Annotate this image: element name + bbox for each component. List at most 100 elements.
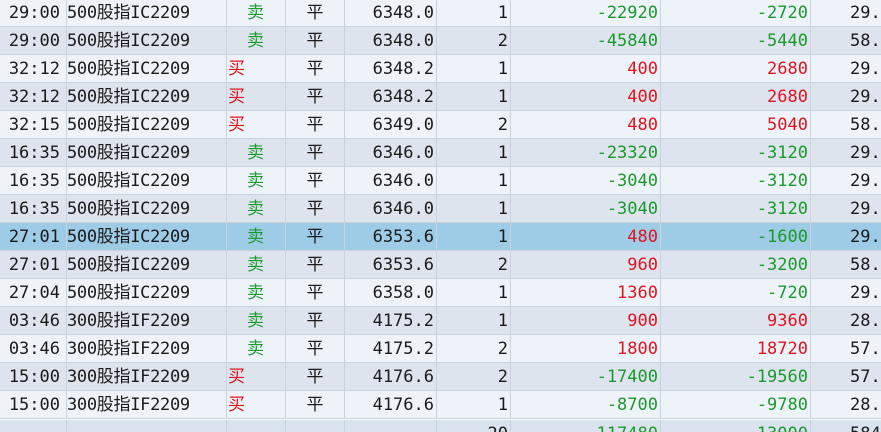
margin-cell: 29.3: [850, 227, 881, 247]
table-row[interactable]: 29:00 500股指IC2209 卖 平 6348.0 1 -22920 -2720 29.3: [0, 0, 881, 27]
margin-cell: 29.3: [850, 171, 881, 191]
contract-cell: 500股指IC2209: [67, 59, 190, 79]
open-close-cell: 平: [306, 143, 324, 163]
open-close-cell: 平: [306, 199, 324, 219]
profit-loss-2-cell: 18720: [756, 339, 808, 359]
column-divider: [810, 111, 811, 138]
open-close-cell: 平: [306, 311, 324, 331]
column-divider: [810, 363, 811, 390]
column-divider: [810, 195, 811, 222]
profit-loss-2-cell: -3120: [756, 143, 808, 163]
margin-cell: 57.8: [850, 339, 881, 359]
price-cell: 4176.6: [372, 367, 434, 387]
price-cell: 6353.6: [372, 227, 434, 247]
open-close-cell: 平: [306, 87, 324, 107]
price-cell: 6353.6: [372, 255, 434, 275]
time-cell: 16:35: [8, 143, 60, 163]
open-close-cell: 平: [306, 171, 324, 191]
open-close-cell: 平: [306, 395, 324, 415]
profit-loss-cell: 960: [627, 255, 658, 275]
table-row[interactable]: 03:46 300股指IF2209 卖 平 4175.2 2 1800 18720 57.8: [0, 335, 881, 363]
table-row[interactable]: 32:12 500股指IC2209 买 平 6348.2 1 400 2680 29.3: [0, 55, 881, 83]
quantity-cell: 1: [497, 143, 508, 163]
table-row[interactable]: 15:00 300股指IF2209 买 平 4176.6 1 -8700 -9780 28.9: [0, 391, 881, 419]
table-row[interactable]: 16:35 500股指IC2209 卖 平 6346.0 1 -3040 -3120 29.3: [0, 195, 881, 223]
column-divider: [810, 27, 811, 54]
profit-loss-cell: 900: [627, 311, 658, 331]
contract-cell: 300股指IF2209: [67, 311, 190, 331]
table-row[interactable]: 32:15 500股指IC2209 买 平 6349.0 2 480 5040 58.6: [0, 111, 881, 139]
direction-cell: 卖: [247, 311, 264, 331]
table-row[interactable]: 29:00 500股指IC2209 卖 平 6348.0 2 -45840 -5440 58.6: [0, 27, 881, 55]
table-row[interactable]: 32:12 500股指IC2209 买 平 6348.2 1 400 2680 29.3: [0, 83, 881, 111]
price-cell: 6348.0: [372, 3, 434, 23]
quantity-cell: 1: [497, 199, 508, 219]
price-cell: 4175.2: [372, 311, 434, 331]
contract-cell: 500股指IC2209: [67, 143, 190, 163]
open-close-cell: 平: [306, 339, 324, 359]
profit-loss-cell: -22920: [596, 3, 658, 23]
profit-loss-cell: 1360: [617, 283, 658, 303]
direction-cell: 卖: [247, 3, 264, 23]
quantity-cell: 1: [497, 87, 508, 107]
summary-profit-loss: 117480: [510, 420, 660, 432]
contract-cell: 500股指IC2209: [67, 199, 190, 219]
column-divider: [810, 139, 811, 166]
open-close-cell: 平: [306, 3, 324, 23]
column-divider: [344, 420, 345, 432]
quantity-cell: 1: [497, 283, 508, 303]
column-divider: [810, 55, 811, 82]
quantity-cell: 2: [497, 339, 508, 359]
price-cell: 6346.0: [372, 143, 434, 163]
direction-cell: 买: [228, 59, 245, 79]
price-cell: 6348.2: [372, 87, 434, 107]
quantity-cell: 1: [497, 395, 508, 415]
table-row[interactable]: 27:04 500股指IC2209 卖 平 6358.0 1 1360 -720 29.3: [0, 279, 881, 307]
direction-cell: 买: [228, 395, 245, 415]
margin-cell: 58.6: [850, 31, 881, 51]
summary-row: 2011748013000584: [0, 420, 881, 432]
table-row[interactable]: 16:35 500股指IC2209 卖 平 6346.0 1 -3040 -3120 29.3: [0, 167, 881, 195]
price-cell: 6348.2: [372, 59, 434, 79]
time-cell: 27:01: [8, 255, 60, 275]
table-row-selected[interactable]: 27:01 500股指IC2209 卖 平 6353.6 1 480 -1600 29.3: [0, 223, 881, 251]
open-close-cell: 平: [306, 367, 324, 387]
table-row[interactable]: 16:35 500股指IC2209 卖 平 6346.0 1 -23320 -3120 29.3: [0, 139, 881, 167]
summary-profit-loss-2: 13000: [660, 420, 810, 432]
direction-cell: 卖: [247, 171, 264, 191]
profit-loss-2-cell: -720: [767, 283, 808, 303]
column-divider: [66, 420, 67, 432]
time-cell: 29:00: [8, 31, 60, 51]
direction-cell: 买: [228, 367, 245, 387]
profit-loss-cell: 480: [627, 227, 658, 247]
contract-cell: 500股指IC2209: [67, 227, 190, 247]
open-close-cell: 平: [306, 31, 324, 51]
profit-loss-2-cell: -1600: [756, 227, 808, 247]
profit-loss-cell: -3040: [606, 199, 658, 219]
profit-loss-2-cell: -3120: [756, 199, 808, 219]
summary-quantity: 20: [436, 420, 510, 432]
open-close-cell: 平: [306, 227, 324, 247]
margin-cell: 29.3: [850, 283, 881, 303]
profit-loss-2-cell: 9360: [767, 311, 808, 331]
profit-loss-cell: 400: [627, 59, 658, 79]
direction-cell: 买: [228, 115, 245, 135]
profit-loss-2-cell: 2680: [767, 59, 808, 79]
direction-cell: 买: [228, 87, 245, 107]
time-cell: 16:35: [8, 199, 60, 219]
contract-cell: 300股指IF2209: [67, 339, 190, 359]
table-row[interactable]: 03:46 300股指IF2209 卖 平 4175.2 1 900 9360 28.9: [0, 307, 881, 335]
margin-cell: 29.3: [850, 59, 881, 79]
direction-cell: 卖: [247, 255, 264, 275]
direction-cell: 卖: [247, 199, 264, 219]
quantity-cell: 1: [497, 227, 508, 247]
profit-loss-2-cell: -19560: [746, 367, 808, 387]
table-row[interactable]: 15:00 300股指IF2209 买 平 4176.6 2 -17400 -19560 57.…: [0, 363, 881, 391]
table-row[interactable]: 27:01 500股指IC2209 卖 平 6353.6 2 960 -3200 58.6: [0, 251, 881, 279]
open-close-cell: 平: [306, 115, 324, 135]
quantity-cell: 1: [497, 311, 508, 331]
margin-cell: 28.9: [850, 395, 881, 415]
contract-cell: 500股指IC2209: [67, 171, 190, 191]
direction-cell: 卖: [247, 339, 264, 359]
quantity-cell: 2: [497, 255, 508, 275]
